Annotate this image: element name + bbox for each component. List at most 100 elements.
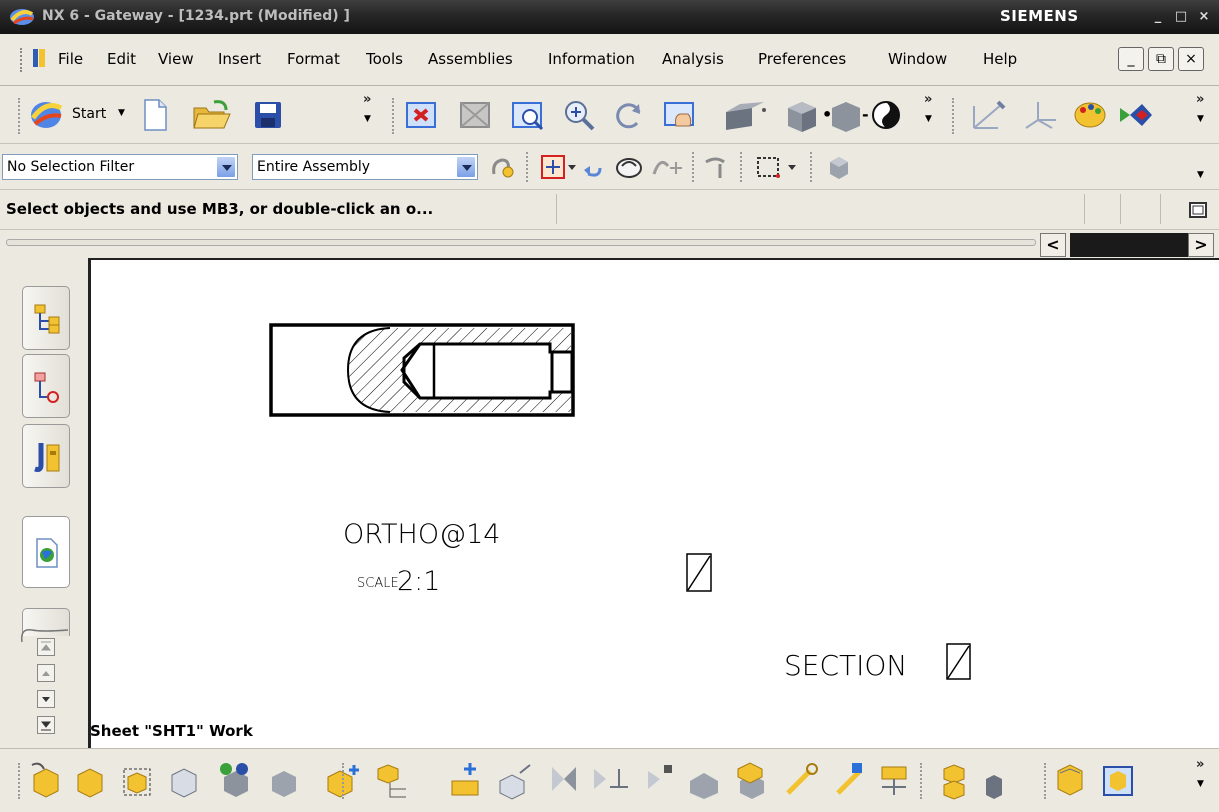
zoom-in-icon[interactable] xyxy=(562,98,596,132)
visualization-icon[interactable] xyxy=(1118,100,1154,130)
assembly-tools-group-c xyxy=(943,764,1133,800)
toolbar-more-icon[interactable]: » xyxy=(1196,757,1204,772)
chevron-down-icon[interactable]: ▼ xyxy=(1197,779,1204,789)
chevron-down-icon[interactable]: ▼ xyxy=(1197,170,1204,180)
start-button[interactable]: Start xyxy=(72,106,106,122)
tab-assembly-navigator[interactable] xyxy=(22,286,70,350)
mdi-minimize-button[interactable]: _ xyxy=(1118,47,1144,71)
close-button[interactable]: × xyxy=(1193,8,1215,26)
undo-select-icon[interactable] xyxy=(580,154,608,182)
view-border-marker[interactable] xyxy=(686,553,712,592)
intersection-icon[interactable] xyxy=(702,152,736,182)
full-screen-icon[interactable] xyxy=(1188,200,1208,220)
wcs-icon[interactable] xyxy=(1020,98,1060,132)
toolbar-grip[interactable] xyxy=(20,48,24,72)
scroll-top-button[interactable] xyxy=(37,638,55,656)
toolbar-more-icon[interactable]: » xyxy=(1196,92,1204,107)
reference-set-icon xyxy=(986,775,1002,799)
chevron-down-icon[interactable]: ▼ xyxy=(925,114,932,124)
menu-format[interactable]: Format xyxy=(287,50,340,68)
mdi-close-button[interactable]: × xyxy=(1178,47,1204,71)
palette-icon[interactable] xyxy=(1070,98,1110,132)
menu-information[interactable]: Information xyxy=(548,50,635,68)
mdi-restore-button[interactable]: ⧉ xyxy=(1148,47,1174,71)
section-view-part[interactable] xyxy=(269,323,575,417)
cue-line-text: Select objects and use MB3, or double-cl… xyxy=(6,200,434,218)
chevron-down-icon[interactable]: ▼ xyxy=(118,108,125,118)
sequence-icon xyxy=(690,773,718,799)
zoom-area-icon[interactable] xyxy=(458,98,492,132)
app-menu-icon[interactable] xyxy=(32,47,46,69)
camera-component-icon xyxy=(220,763,248,797)
filter-settings-icon[interactable] xyxy=(488,154,518,182)
selection-filter-dropdown[interactable]: No Selection Filter xyxy=(2,154,238,180)
section-marker[interactable] xyxy=(946,643,971,680)
maximize-button[interactable]: □ xyxy=(1170,8,1192,26)
drawing-sheet[interactable]: ORTHO@14 SCALE 2:1 SECTION xyxy=(91,260,1219,748)
toolbar-more-icon[interactable]: » xyxy=(363,92,371,107)
tab-reuse-library[interactable] xyxy=(22,424,70,488)
menu-file[interactable]: File xyxy=(58,50,83,68)
dropdown-arrow-icon[interactable] xyxy=(216,156,236,178)
menu-tools[interactable]: Tools xyxy=(366,50,403,68)
scroll-track[interactable] xyxy=(6,239,1036,246)
zoom-window-icon[interactable] xyxy=(510,98,546,132)
curve-rule-icon[interactable] xyxy=(650,152,684,182)
minimize-button[interactable]: _ xyxy=(1147,8,1169,26)
menu-insert[interactable]: Insert xyxy=(218,50,261,68)
snap-point-icon[interactable] xyxy=(540,152,576,182)
sets-icon xyxy=(943,764,965,800)
selection-filter-value: No Selection Filter xyxy=(7,159,135,175)
new-file-icon[interactable] xyxy=(140,98,170,132)
scroll-top-icon xyxy=(40,641,52,651)
toolbar-separator xyxy=(526,152,530,182)
menu-edit[interactable]: Edit xyxy=(107,50,136,68)
start-icon[interactable] xyxy=(28,98,68,132)
orient-view-icon[interactable] xyxy=(968,98,1008,132)
graphics-window[interactable]: ORTHO@14 SCALE 2:1 SECTION xyxy=(88,258,1219,748)
assembly-navigator-icon xyxy=(34,304,60,334)
shaded-edges-icon[interactable] xyxy=(720,100,770,132)
arrangement-icon xyxy=(881,766,907,795)
resource-bar xyxy=(0,258,88,748)
dropdown-arrow-icon[interactable] xyxy=(456,156,476,178)
pan-icon[interactable] xyxy=(662,98,702,132)
scroll-right-button[interactable]: > xyxy=(1188,233,1214,257)
scroll-left-button[interactable]: < xyxy=(1040,233,1066,257)
menu-window[interactable]: Window xyxy=(888,50,947,68)
chevron-down-icon[interactable]: ▼ xyxy=(1197,114,1204,124)
toolbar-grip[interactable] xyxy=(18,763,22,799)
chevron-down-icon[interactable]: ▼ xyxy=(364,114,371,124)
toolbar-more-icon[interactable]: » xyxy=(924,92,932,107)
tab-part-navigator[interactable] xyxy=(22,354,70,418)
scrollbar-thumb[interactable] xyxy=(1070,233,1188,257)
window-title: NX 6 - Gateway - [1234.prt (Modified) ] xyxy=(42,8,350,24)
menu-analysis[interactable]: Analysis xyxy=(662,50,724,68)
select-rectangle-icon[interactable] xyxy=(754,152,804,182)
eraser-icon[interactable] xyxy=(612,152,646,182)
rotate-icon[interactable] xyxy=(612,98,646,132)
selection-scope-dropdown[interactable]: Entire Assembly xyxy=(252,154,478,180)
tab-history[interactable] xyxy=(22,516,70,588)
wave-link-icon xyxy=(786,763,818,795)
wave-geometry-icon xyxy=(836,763,862,795)
scroll-up-button[interactable] xyxy=(37,664,55,682)
svg-text:•: • xyxy=(822,105,832,124)
menu-assemblies[interactable]: Assemblies xyxy=(428,50,513,68)
open-folder-icon[interactable] xyxy=(192,98,232,132)
cue-line: Select objects and use MB3, or double-cl… xyxy=(0,190,1219,230)
constraint-icon xyxy=(594,769,628,789)
fit-view-icon[interactable] xyxy=(404,98,438,132)
scroll-bottom-button[interactable] xyxy=(37,716,55,734)
scroll-down-button[interactable] xyxy=(37,690,55,708)
save-icon[interactable] xyxy=(253,100,283,130)
menu-help[interactable]: Help xyxy=(983,50,1017,68)
hidden-component-icon xyxy=(272,771,296,797)
nx-logo-icon xyxy=(10,9,34,25)
menu-view[interactable]: View xyxy=(158,50,194,68)
render-style-icon[interactable]: • - xyxy=(822,96,902,134)
toolbar-grip[interactable] xyxy=(18,98,22,134)
shaded-box-icon[interactable] xyxy=(780,96,824,134)
body-select-icon[interactable] xyxy=(822,152,856,182)
menu-preferences[interactable]: Preferences xyxy=(758,50,846,68)
